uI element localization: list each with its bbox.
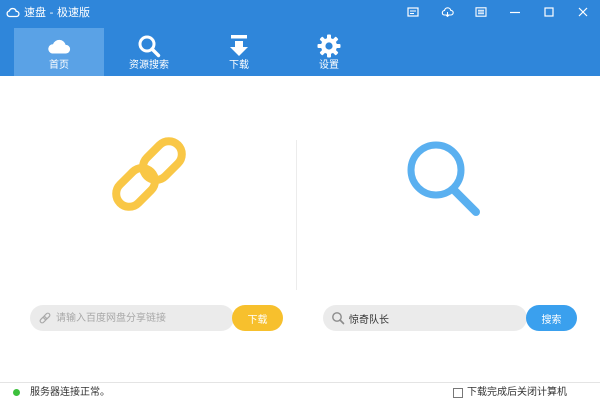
status-bar: 服务器连接正常。 下载完成后关闭计算机 <box>0 382 600 405</box>
search-input[interactable] <box>323 305 527 331</box>
header-bar: 速盘 - 极速版 首页 资源搜索 下载 设置 <box>0 0 600 76</box>
share-link-field <box>30 305 234 331</box>
share-link-input[interactable] <box>30 305 234 331</box>
main-nav: 首页 资源搜索 下载 设置 <box>14 28 374 76</box>
feedback-icon <box>407 7 419 17</box>
search-icon <box>138 35 161 58</box>
maximize-button[interactable] <box>532 0 566 24</box>
nav-item-label: 资源搜索 <box>129 60 169 71</box>
minimize-icon <box>510 11 520 14</box>
feedback-button[interactable] <box>396 0 430 24</box>
menu-button[interactable] <box>464 0 498 24</box>
app-logo-icon <box>6 7 20 18</box>
nav-item-label: 下载 <box>229 60 249 71</box>
connection-status-indicator <box>13 389 20 396</box>
menu-icon <box>475 7 487 17</box>
nav-item-label: 首页 <box>49 60 69 71</box>
shutdown-checkbox[interactable] <box>453 388 463 398</box>
nav-item-settings[interactable]: 设置 <box>284 28 374 76</box>
link-icon <box>39 312 51 324</box>
search-icon <box>332 312 345 325</box>
search-field <box>323 305 527 331</box>
panel-divider <box>296 140 297 290</box>
close-button[interactable] <box>566 0 600 24</box>
shutdown-checkbox-label: 下载完成后关闭计算机 <box>467 387 567 398</box>
cloud-sync-button[interactable] <box>430 0 464 24</box>
maximize-icon <box>544 7 554 17</box>
minimize-button[interactable] <box>498 0 532 24</box>
nav-item-download[interactable]: 下载 <box>194 28 284 76</box>
status-text: 服务器连接正常。 <box>30 387 110 398</box>
nav-item-home[interactable]: 首页 <box>14 28 104 76</box>
search-icon <box>407 141 480 216</box>
close-icon <box>578 7 588 17</box>
search-button[interactable]: 搜索 <box>526 305 577 331</box>
download-button[interactable]: 下载 <box>232 305 283 331</box>
nav-item-resource-search[interactable]: 资源搜索 <box>104 28 194 76</box>
nav-item-label: 设置 <box>319 60 339 71</box>
link-icon <box>112 137 186 211</box>
download-icon <box>230 35 248 56</box>
window-controls <box>396 0 600 24</box>
app-title-text: 速盘 - 极速版 <box>24 6 90 19</box>
cloud-sync-icon <box>441 7 454 17</box>
title-bar: 速盘 - 极速版 <box>0 0 600 24</box>
gear-icon <box>317 34 341 58</box>
cloud-icon <box>48 39 71 54</box>
shutdown-option[interactable]: 下载完成后关闭计算机 <box>453 386 567 400</box>
app-title: 速盘 - 极速版 <box>6 4 90 20</box>
